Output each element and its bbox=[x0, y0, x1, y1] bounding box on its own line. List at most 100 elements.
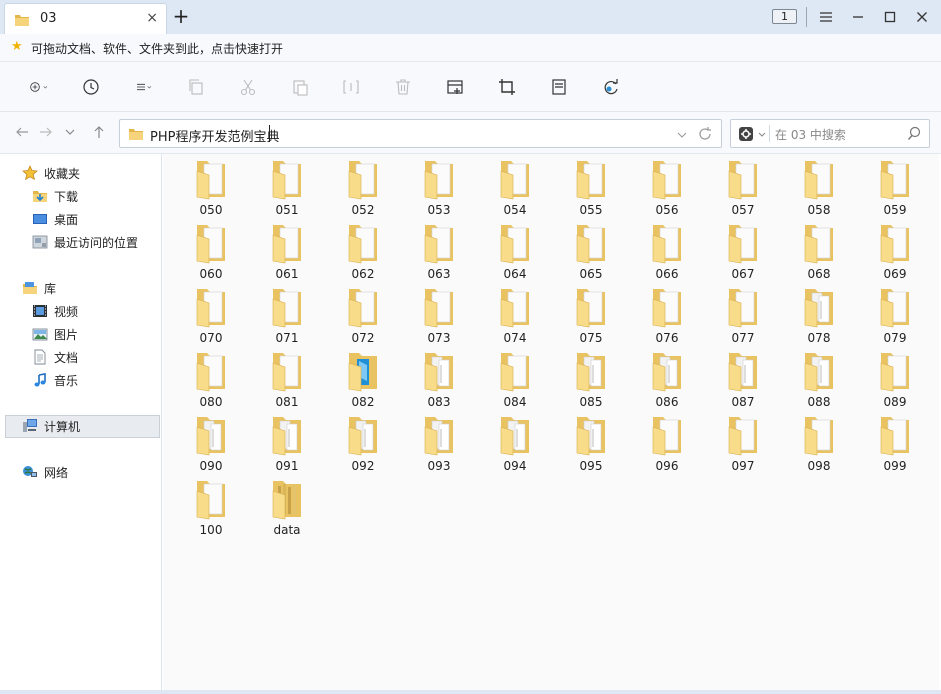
folder-item[interactable]: 068 bbox=[781, 218, 857, 282]
crop-icon[interactable] bbox=[497, 77, 517, 97]
new-tab-button[interactable]: + bbox=[172, 5, 190, 27]
search-icon[interactable] bbox=[907, 126, 921, 145]
folder-item[interactable]: 061 bbox=[249, 218, 325, 282]
folder-name: 061 bbox=[275, 267, 299, 281]
folder-item[interactable]: 071 bbox=[249, 282, 325, 346]
folder-name: 068 bbox=[807, 267, 831, 281]
folder-item[interactable]: 054 bbox=[477, 154, 553, 218]
folder-item[interactable]: 082 bbox=[325, 346, 401, 410]
folder-item[interactable]: 097 bbox=[705, 410, 781, 474]
folder-item[interactable]: 073 bbox=[401, 282, 477, 346]
folder-item[interactable]: 086 bbox=[629, 346, 705, 410]
cut-icon[interactable] bbox=[238, 77, 258, 97]
folder-item[interactable]: 099 bbox=[857, 410, 933, 474]
menu-icon[interactable] bbox=[817, 8, 835, 26]
folder-name: 086 bbox=[655, 395, 679, 409]
delete-icon[interactable] bbox=[393, 77, 413, 97]
new-folder-icon[interactable] bbox=[445, 77, 465, 97]
folder-item[interactable]: 065 bbox=[553, 218, 629, 282]
folder-item[interactable]: 087 bbox=[705, 346, 781, 410]
folder-item[interactable]: 066 bbox=[629, 218, 705, 282]
folder-item[interactable]: 094 bbox=[477, 410, 553, 474]
folder-item[interactable]: 067 bbox=[705, 218, 781, 282]
refresh-icon[interactable] bbox=[697, 126, 713, 145]
chevron-down-icon[interactable] bbox=[758, 126, 766, 145]
paste-icon[interactable] bbox=[290, 77, 310, 97]
favorites-bar: ★ 可拖动文档、软件、文件夹到此，点击快速打开 bbox=[0, 34, 941, 62]
folder-item[interactable]: 072 bbox=[325, 282, 401, 346]
folder-name: 083 bbox=[427, 395, 451, 409]
folder-item[interactable]: 062 bbox=[325, 218, 401, 282]
folder-item[interactable]: 053 bbox=[401, 154, 477, 218]
folder-icon bbox=[196, 161, 225, 200]
properties-icon[interactable] bbox=[549, 77, 569, 97]
folder-item[interactable]: 077 bbox=[705, 282, 781, 346]
folder-item[interactable]: 084 bbox=[477, 346, 553, 410]
history-dropdown-icon[interactable] bbox=[62, 124, 78, 140]
folder-item[interactable]: 051 bbox=[249, 154, 325, 218]
folder-icon bbox=[196, 481, 225, 520]
folder-item[interactable]: 063 bbox=[401, 218, 477, 282]
forward-arrow-icon[interactable] bbox=[38, 124, 54, 140]
folder-item[interactable]: 081 bbox=[249, 346, 325, 410]
folder-item[interactable]: 100 bbox=[173, 474, 249, 538]
folder-item[interactable]: 083 bbox=[401, 346, 477, 410]
folder-item[interactable]: 070 bbox=[173, 282, 249, 346]
folder-item[interactable]: 079 bbox=[857, 282, 933, 346]
up-arrow-icon[interactable] bbox=[91, 124, 107, 140]
folder-item[interactable]: 078 bbox=[781, 282, 857, 346]
folder-item[interactable]: 076 bbox=[629, 282, 705, 346]
folder-item[interactable]: 089 bbox=[857, 346, 933, 410]
search-input[interactable]: 在 03 中搜索 bbox=[775, 126, 846, 143]
folder-name: 066 bbox=[655, 267, 679, 281]
folder-item[interactable]: 092 bbox=[325, 410, 401, 474]
folder-item[interactable]: 085 bbox=[553, 346, 629, 410]
folder-item[interactable]: 090 bbox=[173, 410, 249, 474]
folder-name: 088 bbox=[807, 395, 831, 409]
tab-close-icon[interactable]: × bbox=[146, 10, 158, 26]
folder-name: 050 bbox=[199, 203, 223, 217]
folder-icon bbox=[576, 161, 605, 200]
sync-icon[interactable] bbox=[601, 77, 621, 97]
folder-item[interactable]: 069 bbox=[857, 218, 933, 282]
history-icon[interactable] bbox=[81, 77, 101, 97]
address-path[interactable]: PHP程序开发范例宝典 bbox=[150, 126, 279, 145]
network-icon bbox=[22, 464, 38, 480]
search-box[interactable]: 在 03 中搜索 bbox=[730, 119, 930, 148]
back-arrow-icon[interactable] bbox=[14, 124, 30, 140]
chevron-down-icon[interactable] bbox=[675, 126, 689, 145]
star-icon: ★ bbox=[11, 39, 23, 54]
folder-item[interactable]: 059 bbox=[857, 154, 933, 218]
folder-name: 057 bbox=[731, 203, 755, 217]
tab-03[interactable]: 03 × bbox=[4, 3, 167, 34]
new-item-icon[interactable] bbox=[29, 77, 59, 97]
folder-item[interactable]: 074 bbox=[477, 282, 553, 346]
folder-item[interactable]: 064 bbox=[477, 218, 553, 282]
folder-item[interactable]: 060 bbox=[173, 218, 249, 282]
view-mode-icon[interactable] bbox=[135, 77, 165, 97]
folder-item[interactable]: 058 bbox=[781, 154, 857, 218]
folder-item[interactable]: 096 bbox=[629, 410, 705, 474]
address-bar[interactable]: PHP程序开发范例宝典 bbox=[119, 119, 722, 148]
folder-item[interactable]: 095 bbox=[553, 410, 629, 474]
minimize-button[interactable] bbox=[849, 8, 867, 26]
maximize-button[interactable] bbox=[881, 8, 899, 26]
folder-item[interactable]: 080 bbox=[173, 346, 249, 410]
folder-item[interactable]: 088 bbox=[781, 346, 857, 410]
folder-item[interactable]: 075 bbox=[553, 282, 629, 346]
folder-item[interactable]: 055 bbox=[553, 154, 629, 218]
gear-icon[interactable] bbox=[738, 126, 754, 145]
close-button[interactable] bbox=[913, 8, 931, 26]
folder-icon bbox=[652, 417, 681, 456]
folder-item[interactable]: 093 bbox=[401, 410, 477, 474]
folder-item[interactable]: data bbox=[249, 474, 325, 538]
folder-item[interactable]: 050 bbox=[173, 154, 249, 218]
window-count-badge[interactable]: 1 bbox=[772, 9, 797, 24]
copy-icon[interactable] bbox=[186, 77, 206, 97]
folder-item[interactable]: 091 bbox=[249, 410, 325, 474]
folder-item[interactable]: 057 bbox=[705, 154, 781, 218]
folder-item[interactable]: 098 bbox=[781, 410, 857, 474]
folder-item[interactable]: 052 bbox=[325, 154, 401, 218]
rename-icon[interactable] bbox=[341, 77, 361, 97]
folder-item[interactable]: 056 bbox=[629, 154, 705, 218]
